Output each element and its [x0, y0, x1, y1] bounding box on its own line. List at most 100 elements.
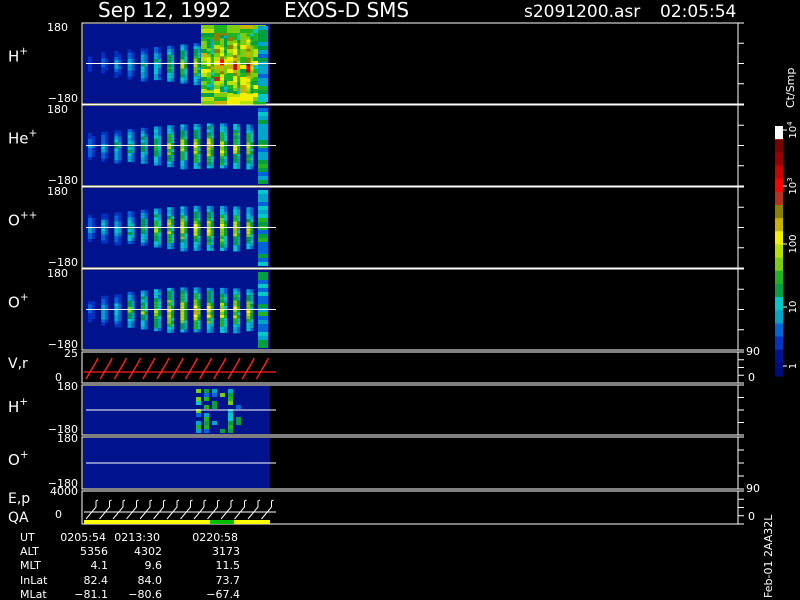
panel-H-plus-cell — [184, 71, 188, 75]
panel-O-plus-cell — [206, 287, 211, 291]
panel-H-plus-cell — [250, 81, 254, 85]
colorbar: 1 10 100 103 104 — [775, 121, 799, 377]
panel-O-plusplus-cell — [246, 213, 251, 217]
panel-O-plusplus-cell — [193, 247, 198, 251]
panel-H-plus-cell — [197, 58, 201, 62]
panel-O-plusplus-cell — [167, 237, 172, 241]
panel-H-plus-cell — [154, 65, 158, 69]
panel-O-plus-cell — [210, 323, 214, 327]
panel-O-plus-cell — [118, 306, 122, 310]
panel-O-plus-cell — [237, 330, 241, 334]
panel-O-plus-cell — [246, 325, 251, 329]
panel-O-plusplus-cell — [220, 229, 224, 233]
panel-H-plus-cell — [250, 33, 254, 37]
panel-O-plusplus-cell — [184, 221, 188, 225]
panel-O-plusplus-cell — [220, 214, 224, 218]
panel-O-plusplus-cell — [88, 224, 92, 227]
panel-He-plus-cell — [127, 129, 132, 133]
panel-H-plus-cell — [246, 51, 251, 55]
footer-value: −67.4 — [206, 588, 240, 600]
panel-H-plus-label: H+ — [8, 46, 28, 66]
panel-O-plus-cell — [127, 321, 132, 325]
panel-O-plusplus-cell — [101, 231, 106, 235]
panel-He-plus-ytop: 180 — [47, 103, 68, 116]
panel-He-plus-cell — [197, 156, 201, 160]
panel-He-plus-cell — [246, 130, 251, 134]
panel-H-plus-cell — [233, 52, 238, 56]
panel-O-plus-cell — [197, 287, 201, 291]
panel-H-plus-cell — [237, 37, 241, 41]
panel-O-plus-cell — [167, 290, 172, 294]
panel-O-plus-cell — [193, 287, 198, 291]
panel-O-plus-cell — [220, 317, 224, 321]
panel-He-plus-cell — [210, 153, 214, 157]
panel-O-plus-cell — [92, 310, 95, 314]
panel-O-plus-cell — [105, 304, 109, 308]
panel-H-plus-cell — [158, 74, 161, 78]
panel-H-plus-cell — [233, 49, 238, 53]
panel-O-plusplus-cell — [197, 223, 201, 227]
panel-H-plus-cell — [258, 26, 268, 30]
panel-H-plus-cell — [246, 63, 251, 67]
panel-He-plus-cell — [171, 128, 175, 132]
panel-H-plus-cell — [258, 66, 268, 70]
panel-small-0-cell — [204, 413, 209, 417]
panel-O-plusplus-cell — [105, 240, 109, 244]
panel-O-plusplus-cell — [220, 232, 224, 236]
panel-O-plusplus-cell — [224, 220, 227, 224]
panel-O-plusplus-cell — [258, 238, 268, 242]
panel-He-plus-cell — [114, 136, 119, 140]
panel-He-plus-cell — [246, 151, 251, 155]
panel-He-plus-cell — [118, 139, 122, 143]
panel-O-plusplus-cell — [206, 244, 211, 248]
panel-O-plusplus-cell — [158, 208, 161, 212]
panel-He-plus-cell — [237, 138, 241, 142]
panel-O-plusplus-cell — [258, 258, 268, 262]
panel-O-plusplus-cell — [197, 208, 201, 212]
panel-H-plus-cell — [233, 43, 238, 47]
panel-He-plus-cell — [180, 163, 185, 167]
panel-H-plus-cell — [197, 43, 201, 47]
panel-H-plus-cell — [206, 42, 211, 46]
panel-H-plus-cell — [250, 48, 254, 52]
panel-O-plus-cell — [250, 316, 254, 320]
panel-He-plus-cell — [210, 165, 214, 169]
panel-H-plus-cell — [210, 51, 214, 55]
panel-vr-right-top: 90 — [746, 345, 760, 358]
panel-He-plus-cell — [193, 138, 198, 142]
panel-O-plus-cell — [210, 317, 214, 321]
panel-small-0-cell — [204, 405, 209, 409]
panel-He-plus-cell — [193, 165, 198, 169]
panel-H-plus-cell — [101, 58, 106, 62]
panel-O-plus-cell — [224, 287, 227, 291]
panel-O-plusplus-cell — [114, 233, 119, 237]
panel-O-plus-cell — [171, 287, 175, 291]
panel-O-plus-cell — [250, 319, 254, 323]
panel-O-plus-cell — [167, 326, 172, 330]
panel-O-plus-cell — [140, 293, 145, 297]
panel-O-plusplus-cell — [131, 211, 135, 215]
panel-O-plus-cell — [258, 336, 268, 340]
panel-O-plus-cell — [224, 323, 227, 327]
panel-H-plus-cell — [180, 47, 185, 51]
panel-small-0-cell — [228, 389, 233, 393]
panel-O-plusplus-cell — [158, 220, 161, 224]
panel-H-plus-cell — [250, 51, 254, 55]
panel-He-plus-cell — [114, 157, 119, 161]
panel-H-plus-cell — [224, 77, 227, 81]
panel-O-plus-cell — [180, 287, 185, 291]
panel-O-plusplus-cell — [144, 242, 148, 246]
panel-He-plus-cell — [233, 150, 238, 154]
panel-O-plus-cell — [118, 312, 122, 316]
panel-O-plusplus-cell — [258, 210, 268, 214]
panel-He-plus-cell — [167, 161, 172, 165]
panel-O-plusplus-cell — [154, 232, 158, 236]
panel-O-plus-cell — [101, 295, 106, 299]
panel-O-plus-cell — [92, 298, 95, 302]
panel-O-plusplus-cell — [171, 237, 175, 241]
panel-vr-ytop: 25 — [64, 347, 78, 360]
panel-O-plusplus-cell — [193, 205, 198, 209]
panel-O-plusplus-cell — [206, 211, 211, 215]
panel-O-plusplus-cell — [131, 235, 135, 239]
colorbar-swatch — [775, 126, 783, 140]
